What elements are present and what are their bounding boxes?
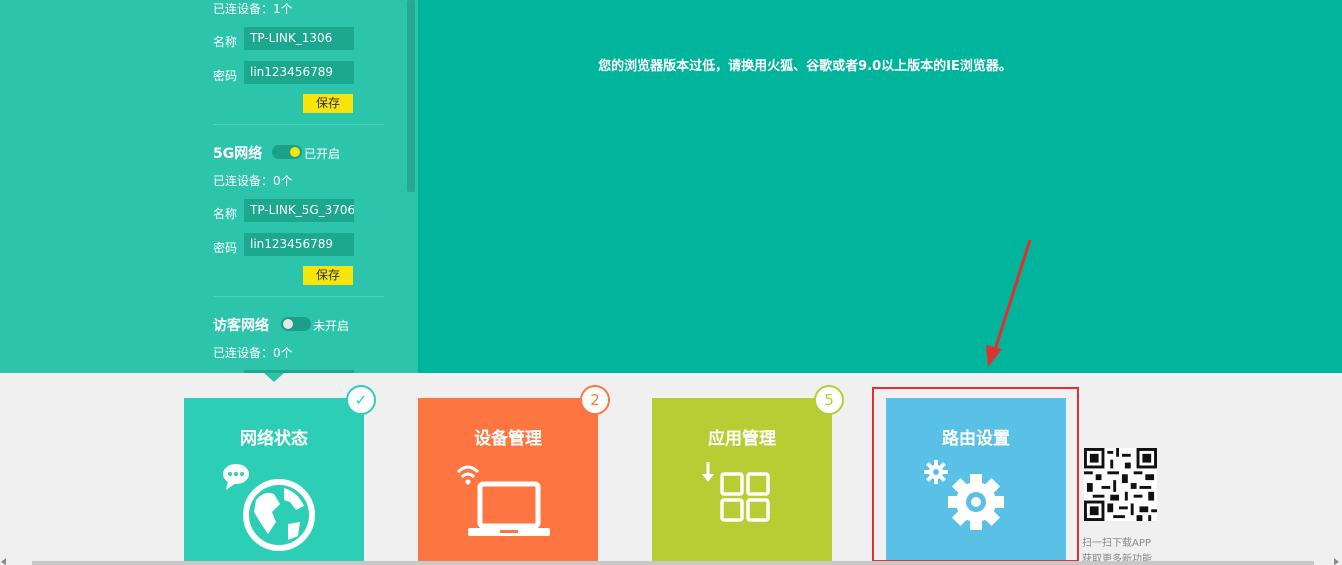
device-count-badge: 2 — [580, 385, 610, 415]
apps-download-icon — [702, 462, 770, 522]
wifi5g-connected-count: 已连设备：0个 — [213, 174, 293, 188]
red-arrow-annotation — [986, 239, 1032, 367]
tile-title: 网络状态 — [240, 429, 308, 449]
scroll-left-arrow-icon[interactable] — [0, 558, 6, 565]
wireless-sidebar: 已连设备：1个 名称 密码 保存 5G网络 已开启 已连设备：0个 名称 密码 … — [0, 0, 418, 373]
active-tile-pointer — [264, 373, 284, 382]
browser-warning-message: 您的浏览器版本过低，请换用火狐、谷歌或者9.0以上版本的IE浏览器。 — [598, 59, 1012, 74]
wifi5g-toggle-label: 已开启 — [304, 147, 341, 161]
sidebar-scrollbar[interactable] — [407, 0, 415, 192]
wifi5g-toggle[interactable] — [272, 145, 302, 159]
wifi5g-name-input[interactable] — [244, 199, 354, 222]
toggle-knob — [290, 147, 300, 157]
app-management-tile[interactable]: 应用管理 — [652, 398, 832, 565]
red-highlight-box — [872, 387, 1079, 562]
divider — [213, 124, 384, 125]
divider — [213, 296, 384, 297]
wifi24-connected-count: 已连设备：1个 — [213, 2, 293, 16]
wifi24-password-label: 密码 — [213, 69, 238, 83]
guest-network-toggle[interactable] — [281, 317, 311, 331]
device-management-tile[interactable]: 设备管理 — [418, 398, 598, 565]
toggle-knob — [283, 319, 293, 329]
wifi5g-password-label: 密码 — [213, 241, 238, 255]
tile-title: 设备管理 — [474, 429, 542, 449]
wifi24-name-label: 名称 — [213, 35, 238, 49]
guest-network-toggle-label: 未开启 — [313, 319, 350, 333]
wifi5g-title: 5G网络 — [213, 146, 263, 162]
tile-title: 应用管理 — [708, 429, 776, 449]
network-status-tile[interactable]: 网络状态 ✓ — [184, 398, 364, 565]
wifi24-name-input[interactable] — [244, 27, 354, 50]
horizontal-scrollbar[interactable] — [32, 561, 1314, 565]
guest-connected-count: 已连设备：0个 — [213, 346, 293, 360]
app-count-badge: 5 — [814, 385, 844, 415]
wifi24-password-input[interactable] — [244, 61, 354, 84]
wifi5g-password-input[interactable] — [244, 233, 354, 256]
laptop-wifi-icon — [456, 465, 550, 536]
qr-caption-download: 扫一扫下载APP — [1082, 538, 1151, 549]
wifi24-save-button[interactable]: 保存 — [303, 94, 353, 113]
check-icon: ✓ — [346, 385, 376, 415]
qr-code-image — [1084, 448, 1157, 521]
top-panel: 已连设备：1个 名称 密码 保存 5G网络 已开启 已连设备：0个 名称 密码 … — [0, 0, 1342, 373]
wifi5g-save-button[interactable]: 保存 — [303, 266, 353, 285]
guest-field-partial[interactable] — [244, 370, 354, 373]
scroll-right-arrow-icon[interactable] — [1334, 558, 1340, 565]
wifi5g-name-label: 名称 — [213, 207, 238, 221]
globe-chat-icon — [223, 464, 315, 551]
guest-network-title: 访客网络 — [213, 318, 269, 334]
